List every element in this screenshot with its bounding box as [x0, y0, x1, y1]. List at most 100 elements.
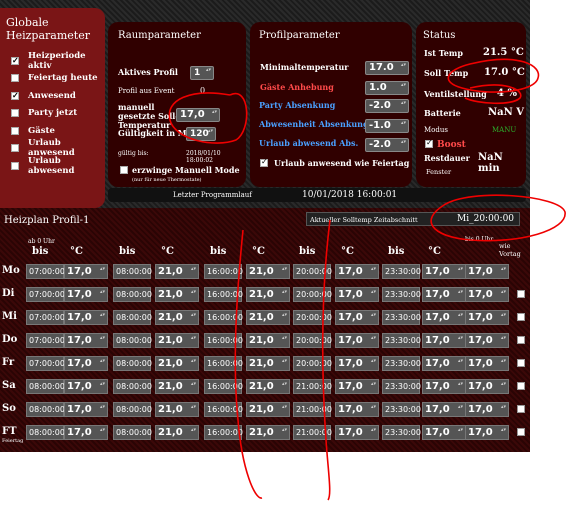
schedule-time-input[interactable]: 07:00:00 [26, 356, 65, 371]
schedule-temp-input[interactable]: 21,0 [246, 379, 290, 394]
schedule-temp-input[interactable]: 17,0 [465, 356, 509, 371]
schedule-temp-input[interactable]: 17,0 [465, 310, 509, 325]
schedule-time-input[interactable]: 23:30:00 [382, 356, 421, 371]
schedule-temp-input[interactable]: 21,0 [155, 264, 199, 279]
schedule-temp-input[interactable]: 17,0 [335, 264, 379, 279]
schedule-time-input[interactable]: 16:00:00 [204, 425, 243, 440]
schedule-time-input[interactable]: 08:00:00 [26, 379, 65, 394]
global-param-checkbox[interactable] [11, 90, 19, 100]
global-param-3[interactable]: Party jetzt [11, 105, 105, 123]
schedule-temp-input[interactable]: 17,0 [465, 287, 509, 302]
schedule-time-input[interactable]: 23:30:00 [382, 264, 421, 279]
schedule-time-input[interactable]: 20:00:00 [293, 333, 332, 348]
schedule-temp-input[interactable]: 17,0 [422, 379, 466, 394]
schedule-time-input[interactable]: 07:00:00 [26, 264, 65, 279]
schedule-time-input[interactable]: 08:00:00 [113, 264, 152, 279]
schedule-temp-input[interactable]: 17,0 [422, 425, 466, 440]
schedule-temp-input[interactable]: 17,0 [465, 402, 509, 417]
schedule-temp-input[interactable]: 17,0 [335, 287, 379, 302]
schedule-temp-input[interactable]: 21,0 [246, 310, 290, 325]
schedule-temp-input[interactable]: 21,0 [155, 402, 199, 417]
global-param-checkbox[interactable] [11, 126, 19, 135]
global-param-checkbox[interactable] [11, 109, 19, 118]
schedule-temp-input[interactable]: 21,0 [155, 310, 199, 325]
same-as-previous-checkbox[interactable] [517, 405, 525, 413]
schedule-temp-input[interactable]: 17,0 [64, 310, 108, 325]
schedule-time-input[interactable]: 08:00:00 [113, 333, 152, 348]
schedule-temp-input[interactable]: 17,0 [64, 356, 108, 371]
vacation-away-input[interactable]: -2.0 [365, 138, 409, 152]
schedule-time-input[interactable]: 16:00:00 [204, 402, 243, 417]
global-param-checkbox[interactable] [11, 161, 19, 170]
schedule-time-input[interactable]: 08:00:00 [113, 379, 152, 394]
schedule-time-input[interactable]: 16:00:00 [204, 333, 243, 348]
schedule-time-input[interactable]: 08:00:00 [113, 402, 152, 417]
schedule-time-input[interactable]: 21:00:00 [293, 402, 332, 417]
schedule-temp-input[interactable]: 21,0 [155, 379, 199, 394]
schedule-time-input[interactable]: 16:00:00 [204, 287, 243, 302]
schedule-time-input[interactable]: 23:30:00 [382, 402, 421, 417]
schedule-time-input[interactable]: 08:00:00 [26, 425, 65, 440]
global-param-0[interactable]: Heizperiode aktiv [11, 51, 105, 71]
global-param-4[interactable]: Gäste [11, 122, 105, 140]
schedule-temp-input[interactable]: 21,0 [155, 333, 199, 348]
schedule-temp-input[interactable]: 21,0 [246, 264, 290, 279]
boost-checkbox[interactable] [425, 138, 433, 148]
party-lower-input[interactable]: -2.0 [365, 99, 409, 113]
same-as-previous-checkbox[interactable] [517, 336, 525, 344]
schedule-time-input[interactable]: 23:30:00 [382, 379, 421, 394]
schedule-time-input[interactable]: 20:00:00 [293, 287, 332, 302]
schedule-time-input[interactable]: 23:30:00 [382, 333, 421, 348]
schedule-temp-input[interactable]: 17,0 [64, 287, 108, 302]
schedule-temp-input[interactable]: 21,0 [246, 402, 290, 417]
schedule-time-input[interactable]: 23:30:00 [382, 425, 421, 440]
schedule-temp-input[interactable]: 17,0 [64, 264, 108, 279]
schedule-time-input[interactable]: 23:30:00 [382, 287, 421, 302]
schedule-temp-input[interactable]: 21,0 [246, 287, 290, 302]
schedule-temp-input[interactable]: 17,0 [422, 402, 466, 417]
schedule-time-input[interactable]: 08:00:00 [113, 356, 152, 371]
schedule-temp-input[interactable]: 17,0 [335, 333, 379, 348]
schedule-temp-input[interactable]: 21,0 [155, 425, 199, 440]
schedule-time-input[interactable]: 07:00:00 [26, 287, 65, 302]
schedule-temp-input[interactable]: 17,0 [64, 333, 108, 348]
schedule-temp-input[interactable]: 17,0 [422, 310, 466, 325]
schedule-temp-input[interactable]: 17,0 [422, 333, 466, 348]
schedule-time-input[interactable]: 08:00:00 [26, 402, 65, 417]
schedule-temp-input[interactable]: 17,0 [422, 356, 466, 371]
global-param-checkbox[interactable] [11, 144, 19, 153]
schedule-time-input[interactable]: 20:00:00 [293, 310, 332, 325]
schedule-temp-input[interactable]: 17,0 [64, 425, 108, 440]
absence-lower-input[interactable]: -1.0 [365, 119, 409, 133]
schedule-time-input[interactable]: 07:00:00 [26, 310, 65, 325]
schedule-temp-input[interactable]: 21,0 [246, 425, 290, 440]
schedule-temp-input[interactable]: 17,0 [335, 356, 379, 371]
schedule-temp-input[interactable]: 17,0 [335, 425, 379, 440]
same-as-previous-checkbox[interactable] [517, 290, 525, 298]
guest-raise-input[interactable]: 1.0 [365, 81, 409, 95]
schedule-temp-input[interactable]: 17,0 [465, 379, 509, 394]
schedule-temp-input[interactable]: 17,0 [64, 379, 108, 394]
same-as-previous-checkbox[interactable] [517, 359, 525, 367]
schedule-temp-input[interactable]: 17,0 [335, 379, 379, 394]
active-profile-select[interactable]: 1 [190, 66, 214, 80]
vacation-as-holiday-checkbox[interactable] [260, 157, 268, 167]
schedule-time-input[interactable]: 16:00:00 [204, 264, 243, 279]
schedule-time-input[interactable]: 07:00:00 [26, 333, 65, 348]
schedule-time-input[interactable]: 20:00:00 [293, 264, 332, 279]
global-param-6[interactable]: Urlaub abwesend [11, 156, 105, 176]
schedule-temp-input[interactable]: 17,0 [465, 425, 509, 440]
schedule-temp-input[interactable]: 17,0 [335, 310, 379, 325]
schedule-temp-input[interactable]: 17,0 [465, 333, 509, 348]
schedule-temp-input[interactable]: 21,0 [155, 287, 199, 302]
force-manual-checkbox[interactable] [120, 166, 128, 174]
schedule-temp-input[interactable]: 17,0 [64, 402, 108, 417]
schedule-time-input[interactable]: 08:00:00 [113, 425, 152, 440]
schedule-time-input[interactable]: 08:00:00 [113, 287, 152, 302]
schedule-temp-input[interactable]: 21,0 [246, 333, 290, 348]
manual-temp-input[interactable]: 17,0 [176, 108, 220, 122]
min-temp-input[interactable]: 17.0 [365, 61, 409, 75]
validity-input[interactable]: 120 [186, 127, 216, 141]
global-param-checkbox[interactable] [11, 55, 19, 65]
schedule-time-input[interactable]: 21:00:00 [293, 425, 332, 440]
